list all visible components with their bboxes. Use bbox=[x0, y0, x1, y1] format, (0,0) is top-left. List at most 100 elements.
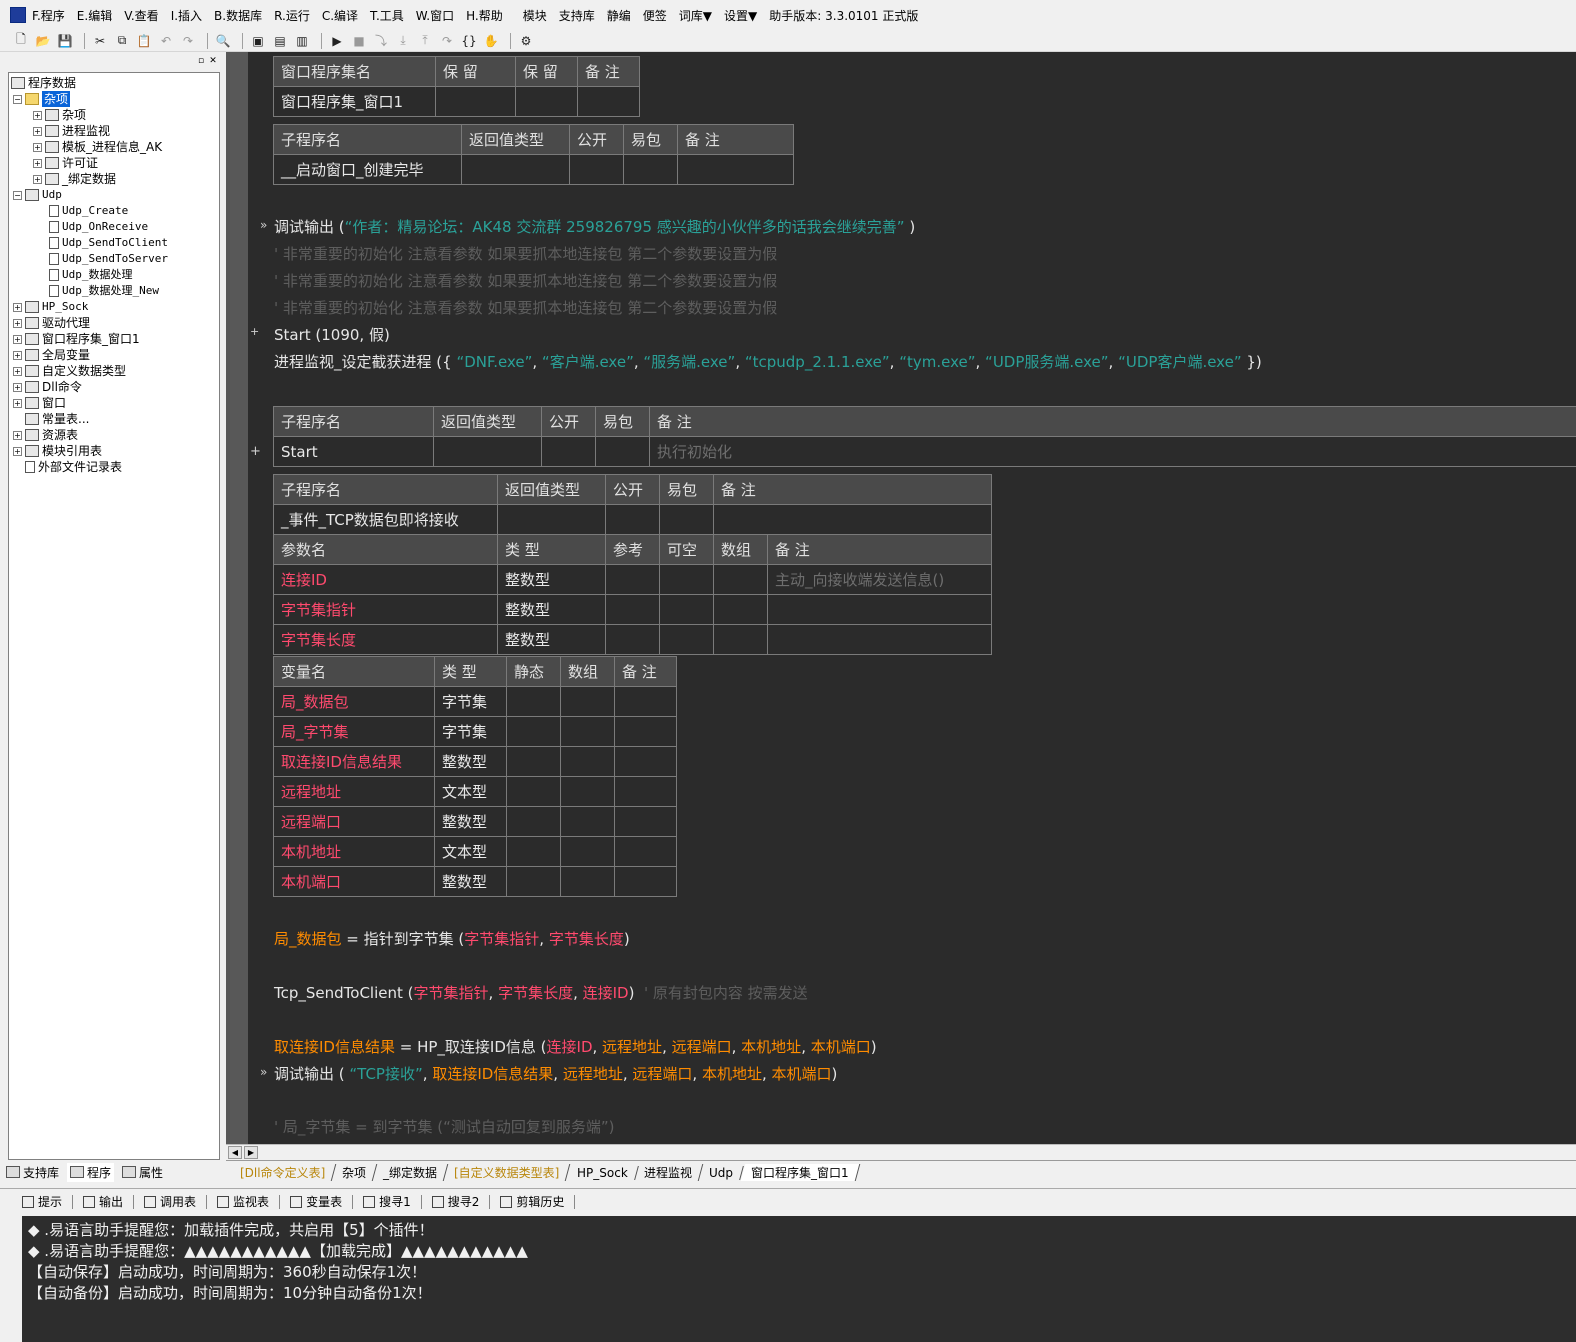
tab-udp[interactable]: Udp bbox=[699, 1165, 745, 1180]
tree-item[interactable]: Udp_OnReceive bbox=[49, 219, 148, 235]
table-cell[interactable]: 执行初始化 bbox=[649, 436, 1576, 467]
table-cell[interactable] bbox=[560, 746, 615, 777]
tree-item[interactable]: + 窗口 bbox=[13, 395, 66, 411]
table-cell[interactable] bbox=[659, 594, 714, 625]
expand-icon[interactable]: + bbox=[33, 142, 42, 152]
code-line[interactable]: Tcp_SendToClient (字节集指针, 字节集长度, 连接ID) ' … bbox=[274, 982, 808, 1003]
tab-program[interactable]: 程序 bbox=[67, 1162, 115, 1182]
var-name[interactable]: 远程地址 bbox=[273, 776, 435, 807]
var-name[interactable]: 取连接ID信息结果 bbox=[273, 746, 435, 777]
tab-search1[interactable]: 搜寻1 bbox=[363, 1193, 422, 1210]
tab-dll-table[interactable]: [Dll命令定义表] bbox=[229, 1164, 337, 1181]
layout3-icon[interactable]: ▥ bbox=[293, 32, 311, 50]
table-cell[interactable] bbox=[713, 624, 768, 655]
menu-edit[interactable]: E.编辑 bbox=[77, 7, 112, 24]
table-cell[interactable] bbox=[577, 86, 640, 117]
tab-clip-history[interactable]: 剪辑历史 bbox=[500, 1193, 576, 1210]
expand-icon[interactable]: + bbox=[13, 302, 22, 312]
tab-bind-data[interactable]: _绑定数据 bbox=[373, 1164, 449, 1181]
table-cell[interactable] bbox=[713, 504, 992, 535]
var-type[interactable]: 字节集 bbox=[434, 716, 507, 747]
layout2-icon[interactable]: ▤ bbox=[271, 32, 289, 50]
tab-window-assembly[interactable]: 窗口程序集_窗口1 bbox=[740, 1164, 860, 1181]
tree-item[interactable]: Udp_数据处理_New bbox=[49, 283, 159, 299]
var-name[interactable]: 本机端口 bbox=[273, 866, 435, 897]
run-icon[interactable]: ▶ bbox=[328, 32, 346, 50]
code-line[interactable]: 调试输出 ( “TCP接收”, 取连接ID信息结果, 远程地址, 远程端口, 本… bbox=[274, 1063, 837, 1084]
expand-icon[interactable]: + bbox=[13, 350, 22, 360]
table-cell[interactable] bbox=[659, 564, 714, 595]
editor-gutter[interactable] bbox=[226, 52, 248, 1144]
table-cell[interactable] bbox=[506, 686, 561, 717]
table-cell[interactable]: 窗口程序集_窗口1 bbox=[273, 86, 436, 117]
table-cell[interactable] bbox=[614, 836, 677, 867]
table-cell[interactable] bbox=[614, 716, 677, 747]
param-type[interactable]: 整数型 bbox=[497, 564, 606, 595]
param-note[interactable]: 主动_向接收端发送信息() bbox=[767, 564, 992, 595]
tab-hint[interactable]: 提示 bbox=[22, 1193, 74, 1210]
copy-icon[interactable]: ⧉ bbox=[113, 32, 131, 50]
expand-icon[interactable]: + bbox=[13, 446, 22, 456]
scroll-right-icon[interactable]: ▶ bbox=[244, 1146, 258, 1159]
table-cell[interactable] bbox=[623, 154, 678, 185]
var-name[interactable]: 局_数据包 bbox=[273, 686, 435, 717]
var-type[interactable]: 字节集 bbox=[434, 686, 507, 717]
var-type[interactable]: 整数型 bbox=[434, 746, 507, 777]
menu-compile[interactable]: C.编译 bbox=[322, 7, 358, 24]
code-editor[interactable]: 窗口程序集名 保 留 保 留 备 注 窗口程序集_窗口1 子程序名 返回值类型 … bbox=[248, 52, 1576, 1144]
layout1-icon[interactable]: ▣ bbox=[249, 32, 267, 50]
stop-icon[interactable]: ■ bbox=[350, 32, 368, 50]
scroll-left-icon[interactable]: ◀ bbox=[228, 1146, 242, 1159]
menu-module[interactable]: 模块 bbox=[523, 7, 547, 24]
param-type[interactable]: 整数型 bbox=[497, 624, 606, 655]
code-line[interactable]: 局_数据包 = 指针到字节集 (字节集指针, 字节集长度) bbox=[274, 928, 630, 949]
table-cell[interactable] bbox=[614, 746, 677, 777]
tree-item[interactable]: Udp_SendToClient bbox=[49, 235, 168, 251]
tree-item[interactable]: + 驱动代理 bbox=[13, 315, 90, 331]
table-cell[interactable] bbox=[506, 866, 561, 897]
tree-item[interactable]: + 窗口程序集_窗口1 bbox=[13, 331, 140, 347]
expand-icon[interactable]: + bbox=[13, 366, 22, 376]
table-cell[interactable] bbox=[614, 686, 677, 717]
table-cell[interactable] bbox=[560, 866, 615, 897]
tree-item[interactable]: 常量表... bbox=[25, 411, 89, 427]
tree-item[interactable]: − Udp bbox=[13, 187, 62, 203]
tree-item[interactable]: + 模块引用表 bbox=[13, 443, 102, 459]
table-cell[interactable] bbox=[614, 776, 677, 807]
var-type[interactable]: 文本型 bbox=[434, 836, 507, 867]
param-name[interactable]: 字节集指针 bbox=[273, 594, 498, 625]
step-icon[interactable]: ⤵ bbox=[372, 32, 390, 50]
tab-misc[interactable]: 杂项 bbox=[332, 1164, 378, 1181]
redo-icon[interactable]: ↷ bbox=[179, 32, 197, 50]
expand-icon[interactable]: + bbox=[13, 382, 22, 392]
tab-properties[interactable]: 属性 bbox=[122, 1164, 163, 1181]
tree-item[interactable]: + 模板_进程信息_AK bbox=[33, 139, 162, 155]
tree-item[interactable]: + HP_Sock bbox=[13, 299, 88, 315]
undo-icon[interactable]: ↶ bbox=[157, 32, 175, 50]
breakpoint-icon[interactable]: {} bbox=[460, 32, 478, 50]
tab-search2[interactable]: 搜寻2 bbox=[431, 1193, 491, 1210]
find-icon[interactable]: 🔍 bbox=[214, 32, 232, 50]
table-cell[interactable] bbox=[506, 836, 561, 867]
table-cell[interactable]: Start bbox=[273, 436, 434, 467]
var-type[interactable]: 文本型 bbox=[434, 776, 507, 807]
table-cell[interactable] bbox=[560, 806, 615, 837]
menu-settings[interactable]: 设置▼ bbox=[724, 7, 757, 24]
table-cell[interactable] bbox=[605, 624, 660, 655]
panel-close-icon[interactable]: ✕ bbox=[208, 56, 218, 66]
tree-item[interactable]: + _绑定数据 bbox=[33, 171, 116, 187]
tab-datatype-table[interactable]: [自定义数据类型表] bbox=[444, 1164, 571, 1181]
table-cell[interactable] bbox=[767, 594, 992, 625]
menu-view[interactable]: V.查看 bbox=[124, 7, 158, 24]
menu-help[interactable]: H.帮助 bbox=[466, 7, 503, 24]
tree-item[interactable]: + Dll命令 bbox=[13, 379, 82, 395]
tab-support-lib[interactable]: 支持库 bbox=[6, 1164, 59, 1181]
menu-database[interactable]: B.数据库 bbox=[214, 7, 262, 24]
table-cell[interactable] bbox=[595, 436, 650, 467]
tree-item[interactable]: + 许可证 bbox=[33, 155, 98, 171]
expand-marker-icon[interactable]: + bbox=[250, 325, 259, 338]
horizontal-scrollbar[interactable]: ◀ ▶ bbox=[226, 1144, 1576, 1160]
new-icon[interactable]: 🗋 bbox=[12, 32, 30, 50]
table-cell[interactable] bbox=[605, 594, 660, 625]
param-type[interactable]: 整数型 bbox=[497, 594, 606, 625]
